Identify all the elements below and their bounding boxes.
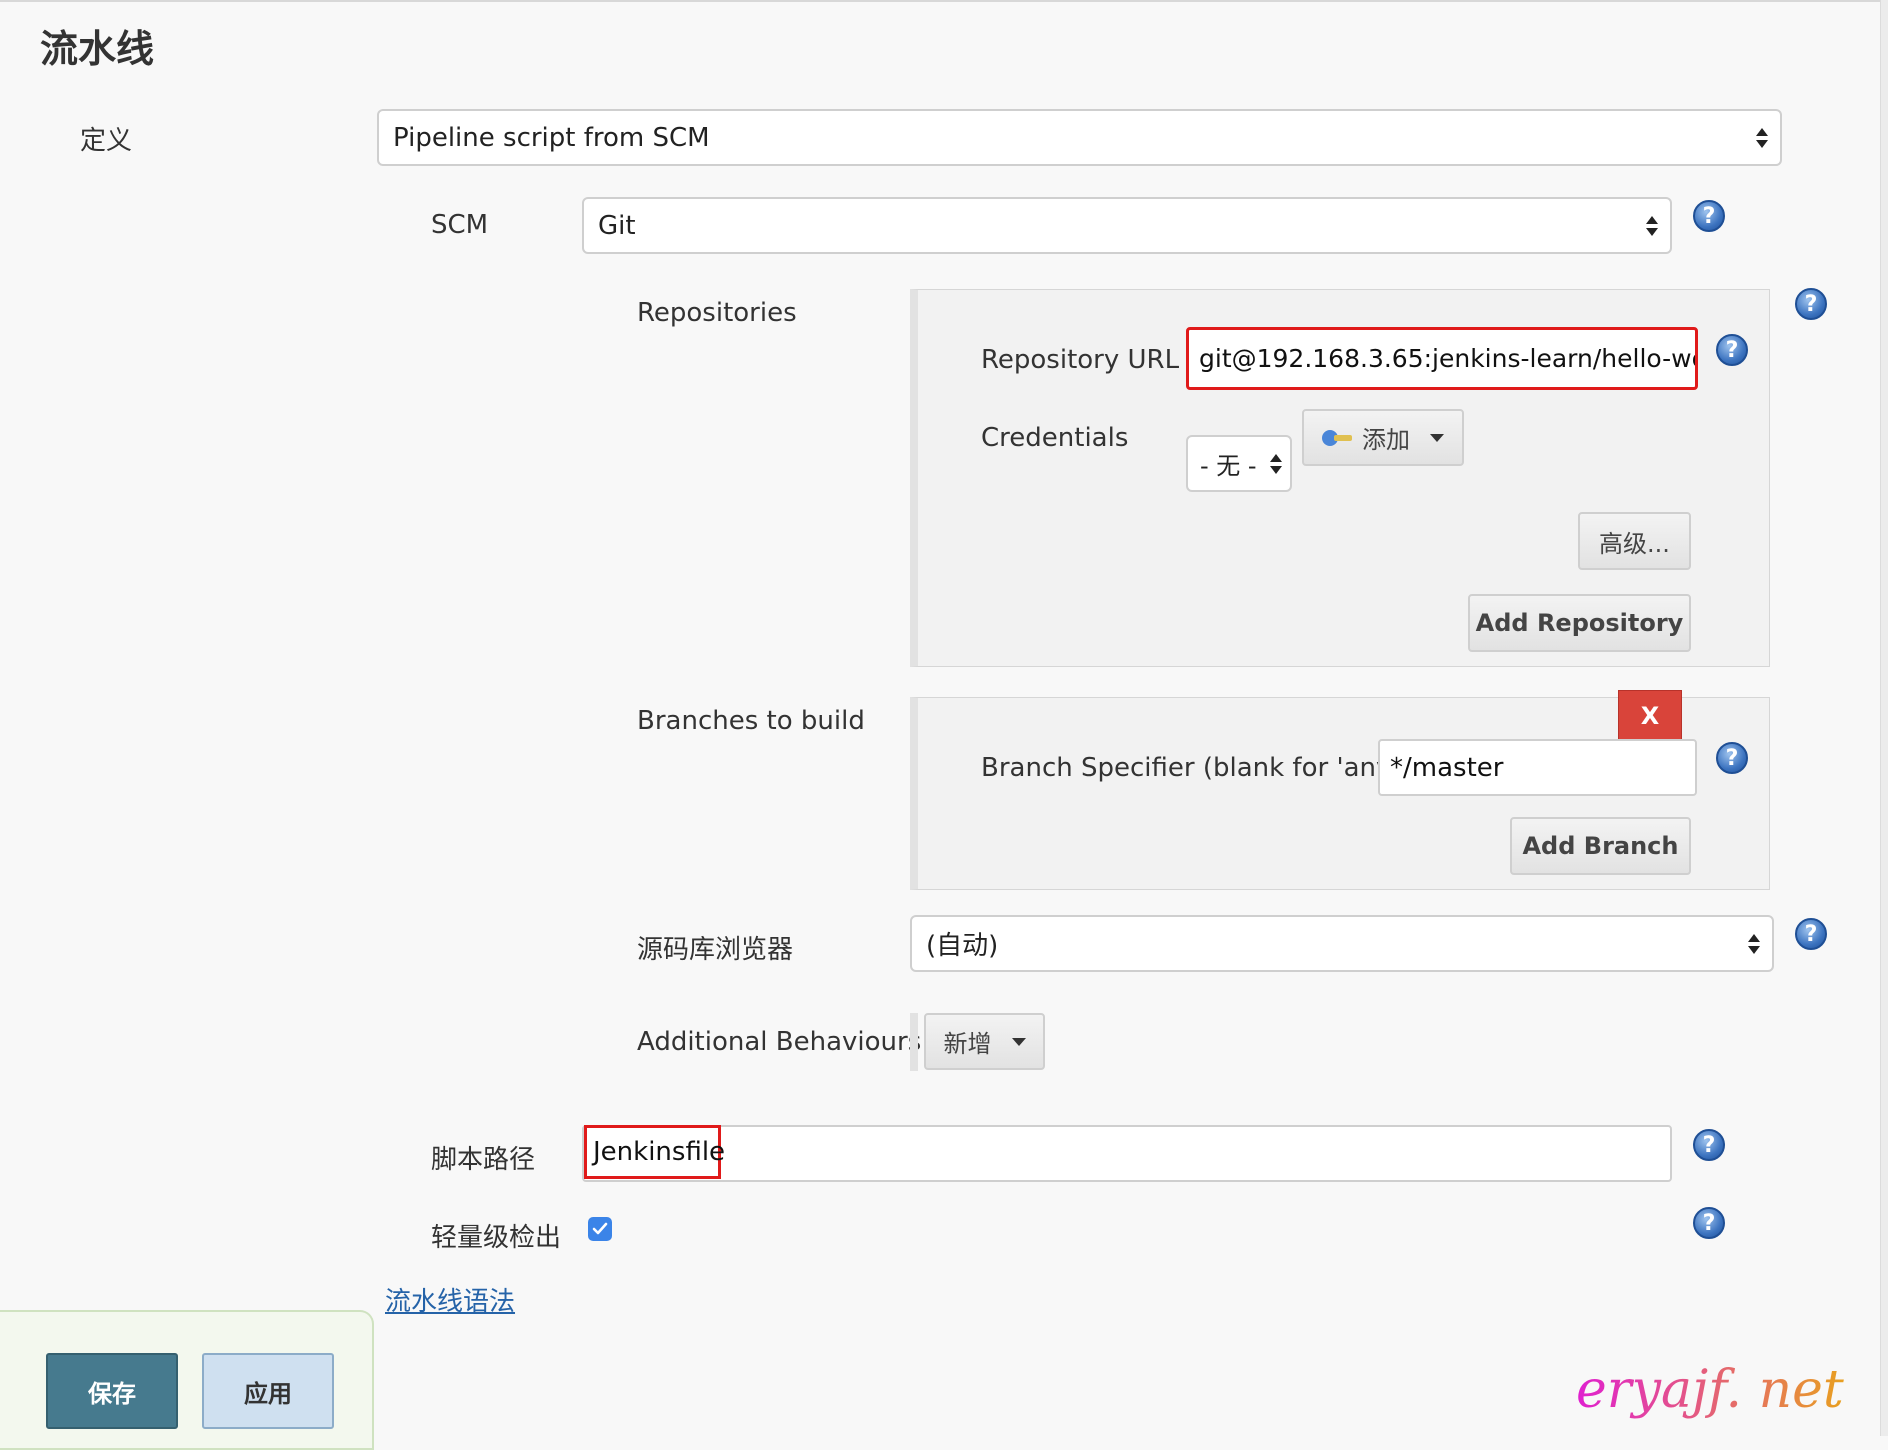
section-title: 流水线 xyxy=(40,27,155,71)
chevron-down-icon xyxy=(1011,1037,1026,1046)
apply-button[interactable]: 应用 xyxy=(202,1353,334,1429)
branch-specifier-label: Branch Specifier (blank for 'any') xyxy=(981,753,1409,783)
additional-behaviours-bar xyxy=(910,1013,918,1071)
help-icon[interactable]: ? xyxy=(1693,200,1725,232)
chevron-down-icon xyxy=(1430,433,1444,442)
repo-browser-select[interactable]: (自动) xyxy=(910,915,1774,972)
repository-url-input[interactable]: git@192.168.3.65:jenkins-learn/hello-wor… xyxy=(1186,327,1698,390)
add-behaviour-button[interactable]: 新增 xyxy=(924,1013,1045,1070)
help-icon[interactable]: ? xyxy=(1795,918,1827,950)
definition-select-value: Pipeline script from SCM xyxy=(393,122,710,153)
lightweight-checkout-label: 轻量级检出 xyxy=(431,1223,562,1253)
help-icon[interactable]: ? xyxy=(1716,742,1748,774)
script-path-label: 脚本路径 xyxy=(431,1145,536,1175)
credentials-select-value: - 无 - xyxy=(1200,452,1257,480)
page-scrollbar[interactable] xyxy=(1880,0,1888,1436)
checkmark-icon xyxy=(592,1222,608,1235)
save-button[interactable]: 保存 xyxy=(46,1353,178,1429)
select-arrows-icon xyxy=(1756,127,1768,148)
branches-label: Branches to build xyxy=(637,706,865,736)
add-branch-button[interactable]: Add Branch xyxy=(1510,817,1691,875)
credentials-label: Credentials xyxy=(981,423,1129,453)
advanced-button[interactable]: 高级... xyxy=(1578,512,1691,570)
help-icon[interactable]: ? xyxy=(1693,1207,1725,1239)
select-arrows-icon xyxy=(1646,215,1658,236)
add-credentials-button[interactable]: 添加 xyxy=(1302,409,1464,466)
scm-select[interactable]: Git xyxy=(582,197,1672,254)
lightweight-checkout-checkbox[interactable] xyxy=(588,1217,612,1241)
definition-label: 定义 xyxy=(80,126,133,156)
repositories-label: Repositories xyxy=(637,298,797,328)
key-icon xyxy=(1322,429,1352,446)
definition-select[interactable]: Pipeline script from SCM xyxy=(377,109,1782,166)
repository-url-label: Repository URL xyxy=(981,345,1180,375)
script-path-value: Jenkinsfile xyxy=(584,1125,725,1179)
remove-branch-button[interactable]: X xyxy=(1618,690,1682,742)
branch-specifier-input[interactable]: */master xyxy=(1378,739,1697,796)
add-credentials-label: 添加 xyxy=(1362,426,1410,454)
additional-behaviours-label: Additional Behaviours xyxy=(637,1027,922,1057)
watermark: eryajf. net xyxy=(1576,1360,1844,1420)
repo-browser-label: 源码库浏览器 xyxy=(637,935,794,965)
add-behaviour-label: 新增 xyxy=(943,1030,992,1058)
top-divider xyxy=(0,0,1888,2)
help-icon[interactable]: ? xyxy=(1693,1129,1725,1161)
select-arrows-icon xyxy=(1270,453,1282,474)
credentials-select[interactable]: - 无 - xyxy=(1186,435,1292,492)
script-path-input[interactable] xyxy=(582,1125,1672,1182)
pipeline-syntax-link[interactable]: 流水线语法 xyxy=(385,1281,515,1318)
select-arrows-icon xyxy=(1748,933,1760,954)
repository-url-value: git@192.168.3.65:jenkins-learn/hello-wor… xyxy=(1199,344,1698,373)
repo-browser-select-value: (自动) xyxy=(926,931,999,961)
help-icon[interactable]: ? xyxy=(1716,334,1748,366)
help-icon[interactable]: ? xyxy=(1795,288,1827,320)
add-repository-button[interactable]: Add Repository xyxy=(1468,594,1691,652)
scm-label: SCM xyxy=(431,210,489,240)
scm-select-value: Git xyxy=(598,210,636,241)
branch-specifier-value: */master xyxy=(1390,752,1504,783)
